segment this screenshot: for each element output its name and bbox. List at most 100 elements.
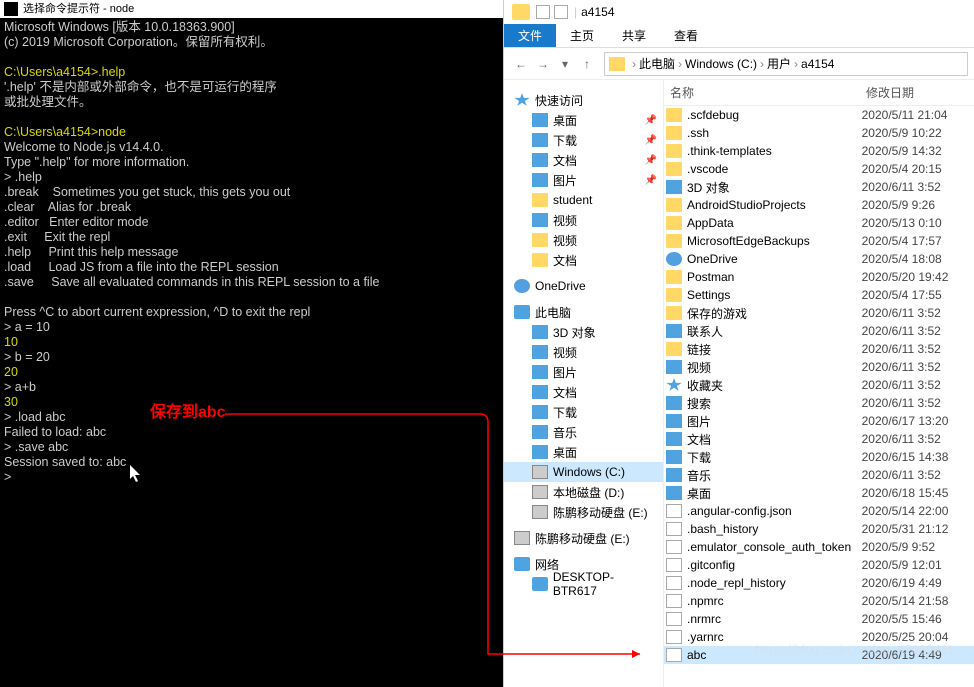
file-row[interactable]: AppData2020/5/13 0:10: [664, 214, 974, 232]
sidebar-label: 文档: [553, 252, 577, 269]
file-row[interactable]: 桌面2020/6/18 15:45: [664, 484, 974, 502]
file-name: .angular-config.json: [687, 504, 862, 518]
file-row[interactable]: .vscode2020/5/4 20:15: [664, 160, 974, 178]
back-button[interactable]: ←: [510, 57, 532, 71]
bc-item[interactable]: Windows (C:): [685, 57, 757, 71]
sidebar-item[interactable]: 图片: [504, 362, 663, 382]
file-row[interactable]: 收藏夹2020/6/11 3:52: [664, 376, 974, 394]
file-row[interactable]: Postman2020/5/20 19:42: [664, 268, 974, 286]
terminal-titlebar[interactable]: 选择命令提示符 - node: [0, 0, 503, 18]
sidebar-label: 图片: [553, 172, 577, 189]
file-row[interactable]: 联系人2020/6/11 3:52: [664, 322, 974, 340]
bc-item[interactable]: 用户: [767, 55, 791, 72]
file-row[interactable]: .gitconfig2020/5/9 12:01: [664, 556, 974, 574]
file-row[interactable]: 链接2020/6/11 3:52: [664, 340, 974, 358]
file-row[interactable]: .think-templates2020/5/9 14:32: [664, 142, 974, 160]
up-button[interactable]: ↑: [576, 57, 598, 71]
file-row[interactable]: .npmrc2020/5/14 21:58: [664, 592, 974, 610]
terminal-line: [4, 50, 499, 65]
file-row[interactable]: MicrosoftEdgeBackups2020/5/4 17:57: [664, 232, 974, 250]
file-icon: [666, 234, 682, 248]
sidebar-item[interactable]: 音乐: [504, 422, 663, 442]
terminal-window: 选择命令提示符 - node Microsoft Windows [版本 10.…: [0, 0, 503, 687]
sidebar-item[interactable]: 陈鹏移动硬盘 (E:): [504, 528, 663, 548]
file-icon: [666, 594, 682, 608]
qat-icon[interactable]: [554, 5, 568, 19]
sidebar-item[interactable]: 下载📌: [504, 130, 663, 150]
file-row[interactable]: AndroidStudioProjects2020/5/9 9:26: [664, 196, 974, 214]
sidebar-item[interactable]: 下载: [504, 402, 663, 422]
file-name: .bash_history: [687, 522, 862, 536]
file-row[interactable]: 搜索2020/6/11 3:52: [664, 394, 974, 412]
terminal-output[interactable]: Microsoft Windows [版本 10.0.18363.900](c)…: [0, 18, 503, 487]
file-row[interactable]: 保存的游戏2020/6/11 3:52: [664, 304, 974, 322]
sidebar-item[interactable]: 文档: [504, 250, 663, 270]
terminal-line: > .save abc: [4, 440, 499, 455]
file-row[interactable]: .ssh2020/5/9 10:22: [664, 124, 974, 142]
sidebar-item[interactable]: 此电脑: [504, 302, 663, 322]
file-date: 2020/5/4 20:15: [862, 162, 974, 176]
file-date: 2020/5/9 10:22: [862, 126, 974, 140]
explorer-titlebar[interactable]: | a4154: [504, 0, 974, 24]
sidebar-label: 下载: [553, 404, 577, 421]
sidebar-item[interactable]: 陈鹏移动硬盘 (E:): [504, 502, 663, 522]
forward-button[interactable]: →: [532, 57, 554, 71]
file-row[interactable]: .angular-config.json2020/5/14 22:00: [664, 502, 974, 520]
file-icon: [666, 126, 682, 140]
sidebar-item[interactable]: 图片 📌: [504, 170, 663, 190]
sidebar-label: 图片: [553, 364, 577, 381]
pin-icon: 📌: [645, 175, 657, 186]
sidebar-item[interactable]: 3D 对象: [504, 322, 663, 342]
file-date: 2020/6/11 3:52: [862, 342, 974, 356]
file-name: .scfdebug: [687, 108, 862, 122]
file-name: .emulator_console_auth_token: [687, 540, 862, 554]
breadcrumb[interactable]: › 此电脑 › Windows (C:) › 用户 › a4154: [604, 52, 968, 76]
annotation-label: 保存到abc: [150, 405, 226, 420]
file-row[interactable]: 视频2020/6/11 3:52: [664, 358, 974, 376]
sidebar-item[interactable]: 视频: [504, 230, 663, 250]
sidebar-item[interactable]: 视频: [504, 342, 663, 362]
file-row[interactable]: .emulator_console_auth_token2020/5/9 9:5…: [664, 538, 974, 556]
terminal-line: .save Save all evaluated commands in thi…: [4, 275, 499, 290]
sidebar-item[interactable]: 本地磁盘 (D:): [504, 482, 663, 502]
sidebar-item[interactable]: 快速访问: [504, 90, 663, 110]
sidebar-label: 文档: [553, 152, 577, 169]
tab-file[interactable]: 文件: [504, 24, 556, 47]
file-row[interactable]: .scfdebug2020/5/11 21:04: [664, 106, 974, 124]
sidebar-item[interactable]: DESKTOP-BTR617: [504, 574, 663, 594]
sidebar-item[interactable]: Windows (C:): [504, 462, 663, 482]
col-name[interactable]: 名称: [664, 80, 860, 105]
column-headers[interactable]: 名称 修改日期: [664, 80, 974, 106]
terminal-line: > .load abc: [4, 410, 499, 425]
tab-view[interactable]: 查看: [660, 24, 712, 47]
tab-share[interactable]: 共享: [608, 24, 660, 47]
file-icon: [666, 468, 682, 482]
file-row[interactable]: .bash_history2020/5/31 21:12: [664, 520, 974, 538]
sidebar-item[interactable]: 文档: [504, 382, 663, 402]
sidebar-item[interactable]: 桌面📌: [504, 110, 663, 130]
pin-icon: 📌: [645, 155, 657, 166]
file-row[interactable]: OneDrive2020/5/4 18:08: [664, 250, 974, 268]
file-row[interactable]: 3D 对象2020/6/11 3:52: [664, 178, 974, 196]
file-date: 2020/6/11 3:52: [862, 360, 974, 374]
sidebar-item[interactable]: 桌面: [504, 442, 663, 462]
col-date[interactable]: 修改日期: [860, 80, 974, 105]
sidebar-item[interactable]: OneDrive: [504, 276, 663, 296]
sidebar-item[interactable]: 视频: [504, 210, 663, 230]
qat-icon[interactable]: [536, 5, 550, 19]
file-row[interactable]: 下载2020/6/15 14:38: [664, 448, 974, 466]
file-row[interactable]: .nrmrc2020/5/5 15:46: [664, 610, 974, 628]
bc-item[interactable]: 此电脑: [639, 55, 675, 72]
file-row[interactable]: 文档2020/6/11 3:52: [664, 430, 974, 448]
file-list[interactable]: 名称 修改日期 .scfdebug2020/5/11 21:04.ssh2020…: [664, 80, 974, 687]
sidebar-item[interactable]: 文档 📌: [504, 150, 663, 170]
file-row[interactable]: Settings2020/5/4 17:55: [664, 286, 974, 304]
file-row[interactable]: .node_repl_history2020/6/19 4:49: [664, 574, 974, 592]
file-row[interactable]: 音乐2020/6/11 3:52: [664, 466, 974, 484]
file-icon: [666, 180, 682, 194]
tab-home[interactable]: 主页: [556, 24, 608, 47]
sidebar-item[interactable]: student: [504, 190, 663, 210]
file-row[interactable]: 图片2020/6/17 13:20: [664, 412, 974, 430]
history-button[interactable]: ▾: [554, 57, 576, 71]
bc-item[interactable]: a4154: [801, 57, 834, 71]
